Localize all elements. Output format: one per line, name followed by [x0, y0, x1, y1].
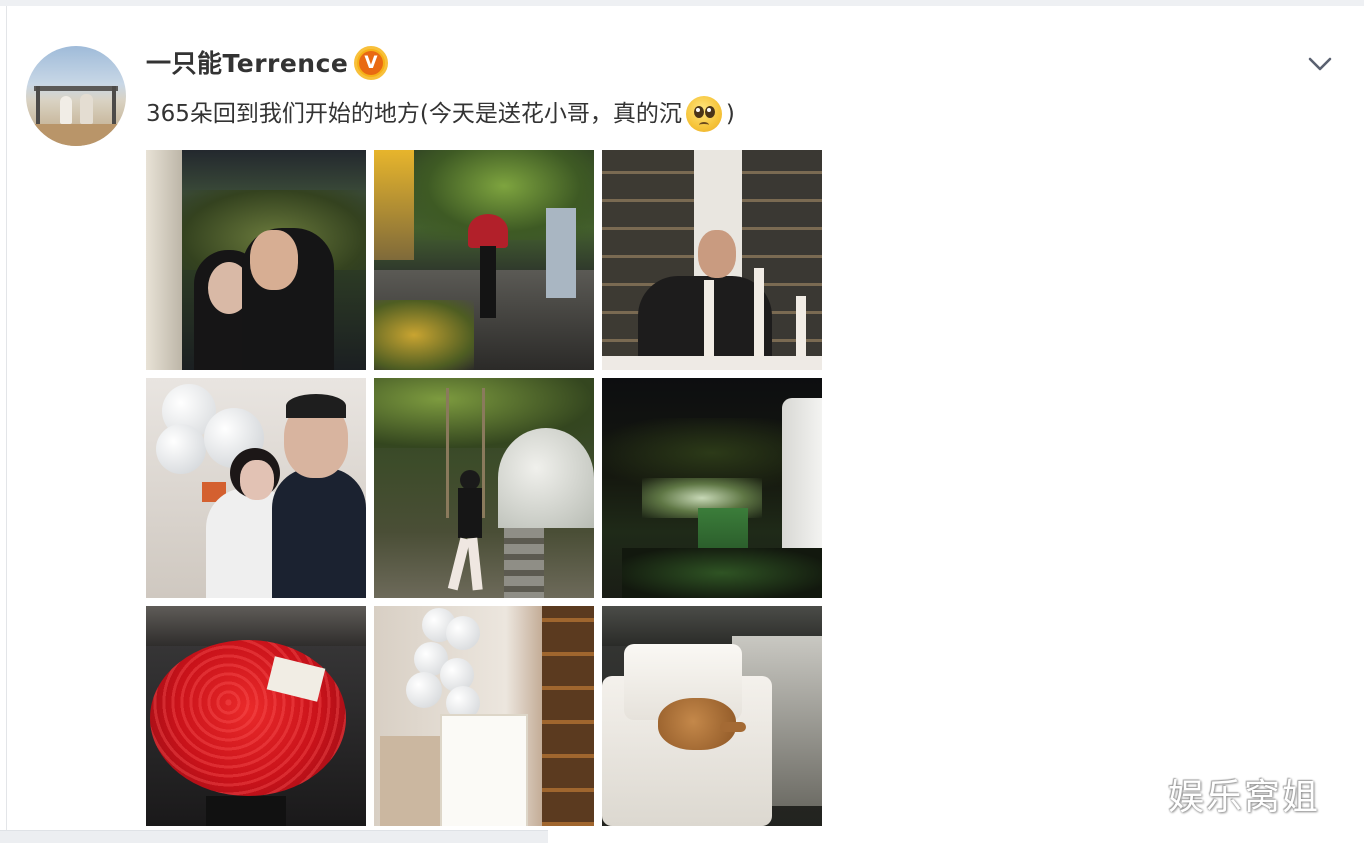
watermark-text: 娱乐窝姐 — [1168, 777, 1321, 818]
post-text: 365朵回到我们开始的地方(今天是送花小哥，真的沉 ) — [146, 96, 735, 132]
avatar-scene-rail — [34, 86, 118, 91]
photo-thumbnail-man-candles[interactable] — [602, 150, 822, 370]
horizontal-scrollbar[interactable] — [0, 830, 548, 843]
photo-thumbnail-street-umbrella[interactable] — [374, 150, 594, 370]
pleading-face-emoji-icon — [685, 96, 722, 132]
author-name[interactable]: 一只能Terrence — [146, 46, 348, 82]
author-avatar[interactable] — [26, 46, 126, 146]
emoji-eye — [704, 106, 715, 118]
photo-thumbnail-couple-selfie[interactable] — [146, 150, 366, 370]
emoji-eye — [693, 106, 704, 118]
emoji-mouth — [698, 122, 709, 128]
photo-thumbnail-couple-balloons[interactable] — [146, 378, 366, 598]
avatar-figure — [60, 96, 72, 124]
photo-thumbnail-anniversary-sign[interactable] — [374, 606, 594, 826]
post-text-end: ) — [725, 101, 735, 127]
avatar-scene-post — [36, 86, 40, 124]
avatar-figure — [80, 94, 93, 124]
photo-thumbnail-red-roses[interactable] — [146, 606, 366, 826]
verified-badge-icon: V — [354, 46, 388, 80]
verified-badge-letter: V — [359, 51, 383, 75]
photo-thumbnail-woman-swing[interactable] — [374, 378, 594, 598]
photo-grid — [146, 150, 822, 826]
avatar-scene-post — [112, 86, 116, 124]
avatar-scene-deck — [26, 124, 126, 146]
chevron-down-icon[interactable] — [1302, 48, 1338, 80]
photo-thumbnail-dog-armchair[interactable] — [602, 606, 822, 826]
photo-thumbnail-garden-night[interactable] — [602, 378, 822, 598]
post-text-main: 365朵回到我们开始的地方(今天是送花小哥，真的沉 — [146, 101, 682, 127]
